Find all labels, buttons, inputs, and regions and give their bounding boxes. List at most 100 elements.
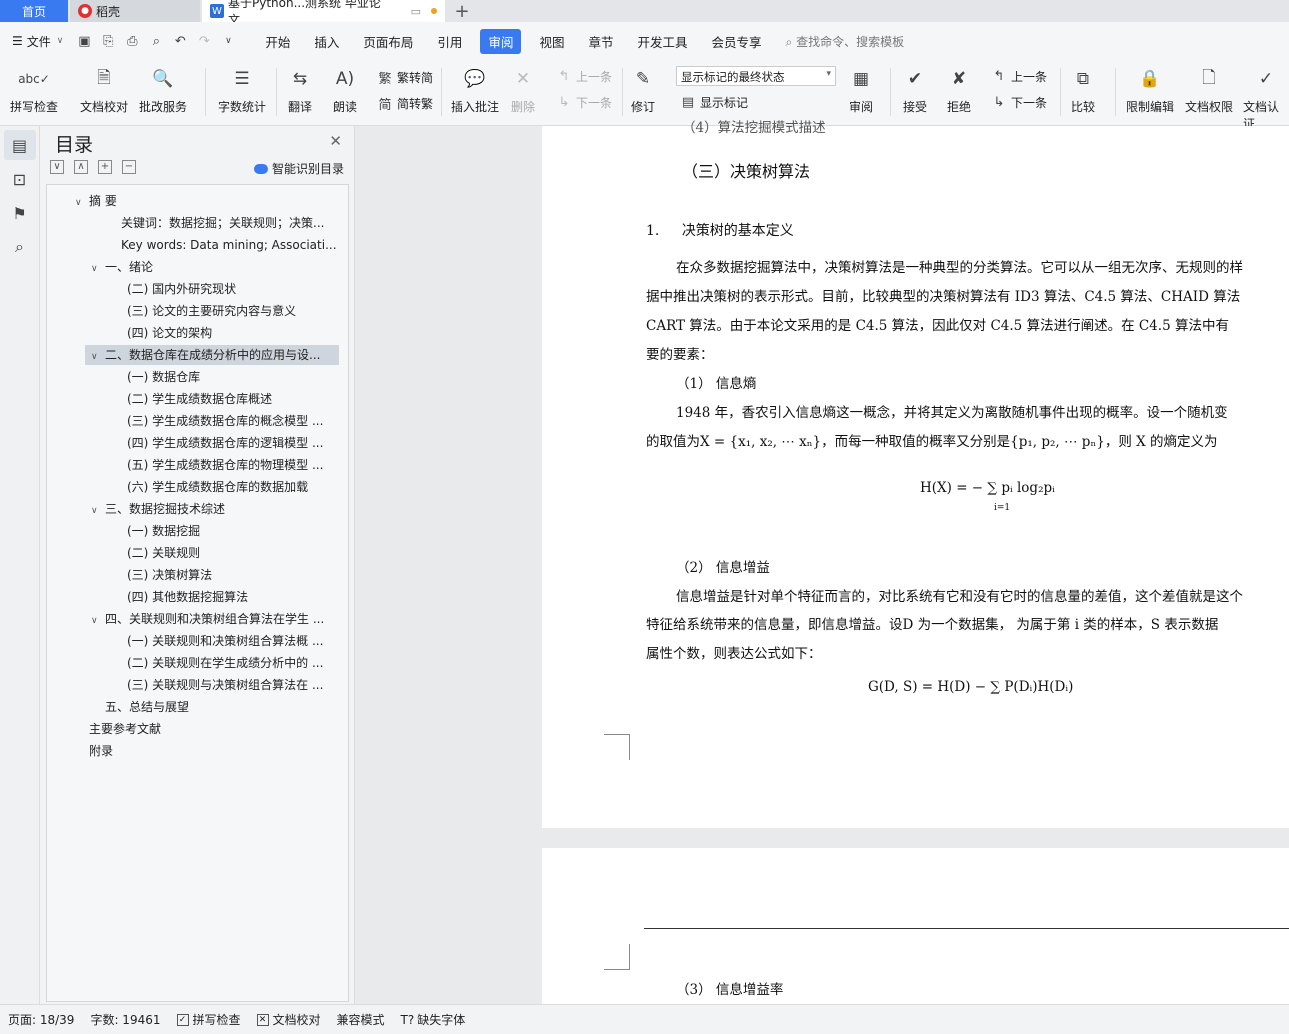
expand-all-icon[interactable]: ∧ [74, 160, 88, 174]
document-page[interactable]: （4）算法挖掘模式描述 （三）决策树算法 1. 决策树的基本定义 在众多数据挖掘… [542, 120, 1289, 828]
menu-developer[interactable]: 开发工具 [625, 32, 699, 51]
remove-item-icon[interactable]: − [122, 160, 136, 174]
translate-button[interactable]: ⇆ 翻译 [287, 66, 313, 115]
markup-state-select[interactable]: 显示标记的最终状态 ▾ [676, 66, 836, 86]
export-pdf-icon[interactable]: ⎘ [99, 32, 117, 50]
paragraph-line: 属性个数，则表达公式如下： [646, 646, 822, 662]
menu-references[interactable]: 引用 [425, 32, 474, 51]
toc-pane-icon[interactable]: ▤ [3, 130, 36, 160]
next-comment-button[interactable]: ↳ 下一条 [555, 94, 612, 111]
menu-insert[interactable]: 插入 [302, 32, 351, 51]
redo-icon[interactable]: ↷ [195, 32, 213, 50]
doc-cert-button[interactable]: ✓ 文档认证 [1243, 66, 1289, 132]
toc-item[interactable]: (一) 数据挖掘 [127, 521, 343, 541]
toc-item[interactable]: ∨ 摘 要 [75, 191, 343, 211]
toc-item[interactable]: ∨ 一、绪论 [91, 257, 343, 277]
command-search[interactable]: ⌕ 查找命令、搜索模板 [786, 33, 905, 50]
print-preview-icon[interactable]: ⌕ [147, 32, 165, 50]
toc-item[interactable]: 附录 [89, 741, 343, 761]
file-menu[interactable]: ☰ 文件 ∨ [0, 33, 69, 50]
revise-service-button[interactable]: 🔍 批改服务 [139, 66, 187, 115]
track-changes-button[interactable]: ✎ 修订 [630, 66, 656, 115]
toc-item[interactable]: (二) 关联规则 [127, 543, 343, 563]
prev-change-button[interactable]: ↰ 上一条 [990, 68, 1047, 85]
document-page-next[interactable]: （3） 信息增益率 [542, 848, 1289, 1004]
new-tab-button[interactable]: + [445, 0, 479, 22]
toc-item[interactable]: (二) 国内外研究现状 [127, 279, 343, 299]
chevron-down-icon[interactable]: ∨ [75, 193, 89, 211]
toc-item[interactable]: 五、总结与展望 [105, 697, 343, 717]
toc-item[interactable]: (四) 学生成绩数据仓库的逻辑模型 ... [127, 433, 343, 453]
restrict-edit-button[interactable]: 🔒 限制编辑 [1126, 66, 1174, 115]
doc-proof-icon: 🗎 [97, 67, 111, 88]
menu-member[interactable]: 会员专享 [700, 32, 774, 51]
customize-chevron-icon[interactable]: ∨ [219, 32, 237, 50]
toc-item[interactable]: (三) 论文的主要研究内容与意义 [127, 301, 343, 321]
menu-view[interactable]: 视图 [527, 32, 576, 51]
toc-item[interactable]: (一) 数据仓库 [127, 367, 343, 387]
spellcheck-button[interactable]: abc✓ 拼写检查 [10, 66, 58, 115]
collapse-all-icon[interactable]: ∨ [50, 160, 64, 174]
toc-item[interactable]: (一) 关联规则和决策树组合算法概 ... [127, 631, 343, 651]
read-aloud-button[interactable]: A) 朗读 [332, 66, 358, 115]
menu-start[interactable]: 开始 [253, 32, 302, 51]
reject-button[interactable]: ✘ 拒绝 [946, 66, 972, 115]
doc-proof-button[interactable]: 🗎 文档校对 [80, 66, 128, 115]
bookmark-icon[interactable]: ⚑ [4, 198, 36, 228]
toc-item-label: (三) 学生成绩数据仓库的概念模型 ... [127, 414, 324, 428]
menu-review[interactable]: 审阅 [480, 28, 522, 54]
trad-to-simp-button[interactable]: 繁 繁转简 [376, 68, 433, 87]
toc-item[interactable]: 关键词：数据挖掘；关联规则；决策... [121, 213, 343, 233]
compare-button[interactable]: ⧉ 比较 [1070, 66, 1096, 115]
menu-page-layout[interactable]: 页面布局 [351, 32, 425, 51]
save-icon[interactable]: ▣ [75, 32, 93, 50]
toc-item[interactable]: (二) 关联规则在学生成绩分析中的 ... [127, 653, 343, 673]
toc-item[interactable]: ∨ 二、数据仓库在成绩分析中的应用与设... [85, 345, 339, 365]
toc-item[interactable]: 主要参考文献 [89, 719, 343, 739]
doc-permission-button[interactable]: 🗋 文档权限 [1185, 66, 1233, 115]
toc-item[interactable]: (四) 论文的架构 [127, 323, 343, 343]
insert-comment-button[interactable]: 💬 插入批注 [451, 66, 499, 115]
toc-item[interactable]: ∨ 四、关联规则和决策树组合算法在学生 ... [91, 609, 343, 629]
show-markup-button[interactable]: ▤ 显示标记 [679, 94, 748, 111]
accept-button[interactable]: ✔ 接受 [902, 66, 928, 115]
menu-chapter[interactable]: 章节 [576, 32, 625, 51]
print-icon[interactable]: ⎙ [123, 32, 141, 50]
screen-icon[interactable]: ▭ [411, 5, 421, 18]
chevron-down-icon[interactable]: ∨ [91, 259, 105, 277]
prev-comment-button[interactable]: ↰ 上一条 [555, 68, 612, 85]
close-icon[interactable]: ✕ [329, 132, 342, 150]
proof-status[interactable]: ✕ 文档校对 [249, 1011, 329, 1028]
tab-document[interactable]: W 基于Python...测系统 毕业论文 ▭ [202, 0, 445, 27]
review-pane-button[interactable]: ▦ 审阅 [848, 66, 874, 115]
toc-item[interactable]: (六) 学生成绩数据仓库的数据加载 [127, 477, 343, 497]
toc-item[interactable]: (五) 学生成绩数据仓库的物理模型 ... [127, 455, 343, 475]
spellcheck-status[interactable]: ✓ 拼写检查 [169, 1011, 249, 1028]
tab-daoke[interactable]: ● 稻壳 [70, 0, 200, 22]
tab-home[interactable]: 首页 [0, 0, 68, 22]
page-indicator[interactable]: 页面: 18/39 [0, 1011, 82, 1028]
chevron-down-icon[interactable]: ∨ [91, 611, 105, 629]
toc-item[interactable]: (三) 学生成绩数据仓库的概念模型 ... [127, 411, 343, 431]
toc-item[interactable]: (二) 学生成绩数据仓库概述 [127, 389, 343, 409]
word-count-button[interactable]: ☰ 字数统计 [218, 66, 266, 115]
next-change-button[interactable]: ↳ 下一条 [990, 94, 1047, 111]
chevron-down-icon[interactable]: ∨ [91, 501, 105, 519]
search-icon[interactable]: ⌕ [4, 232, 36, 262]
delete-comment-icon: ✕ [515, 69, 531, 89]
delete-comment-button[interactable]: ✕ 删除 [510, 66, 536, 115]
word-count-status[interactable]: 字数: 19461 [82, 1011, 168, 1028]
undo-icon[interactable]: ↶ [171, 32, 189, 50]
toc-item[interactable]: (四) 其他数据挖掘算法 [127, 587, 343, 607]
toc-item[interactable]: Key words: Data mining; Associati... [121, 235, 343, 255]
chevron-down-icon[interactable]: ∨ [91, 347, 105, 365]
missing-font-status[interactable]: T? 缺失字体 [393, 1011, 474, 1028]
simp-to-trad-button[interactable]: 简 简转繁 [376, 94, 433, 113]
chapter-pane-icon[interactable]: ⊡ [4, 164, 36, 194]
add-item-icon[interactable]: + [98, 160, 112, 174]
toc-item[interactable]: (三) 关联规则与决策树组合算法在 ... [127, 675, 343, 695]
toc-item[interactable]: ∨ 三、数据挖掘技术综述 [91, 499, 343, 519]
smart-toc-button[interactable]: 智能识别目录 [253, 160, 344, 177]
toc-item[interactable]: (三) 决策树算法 [127, 565, 343, 585]
compat-mode-status[interactable]: 兼容模式 [329, 1011, 393, 1028]
